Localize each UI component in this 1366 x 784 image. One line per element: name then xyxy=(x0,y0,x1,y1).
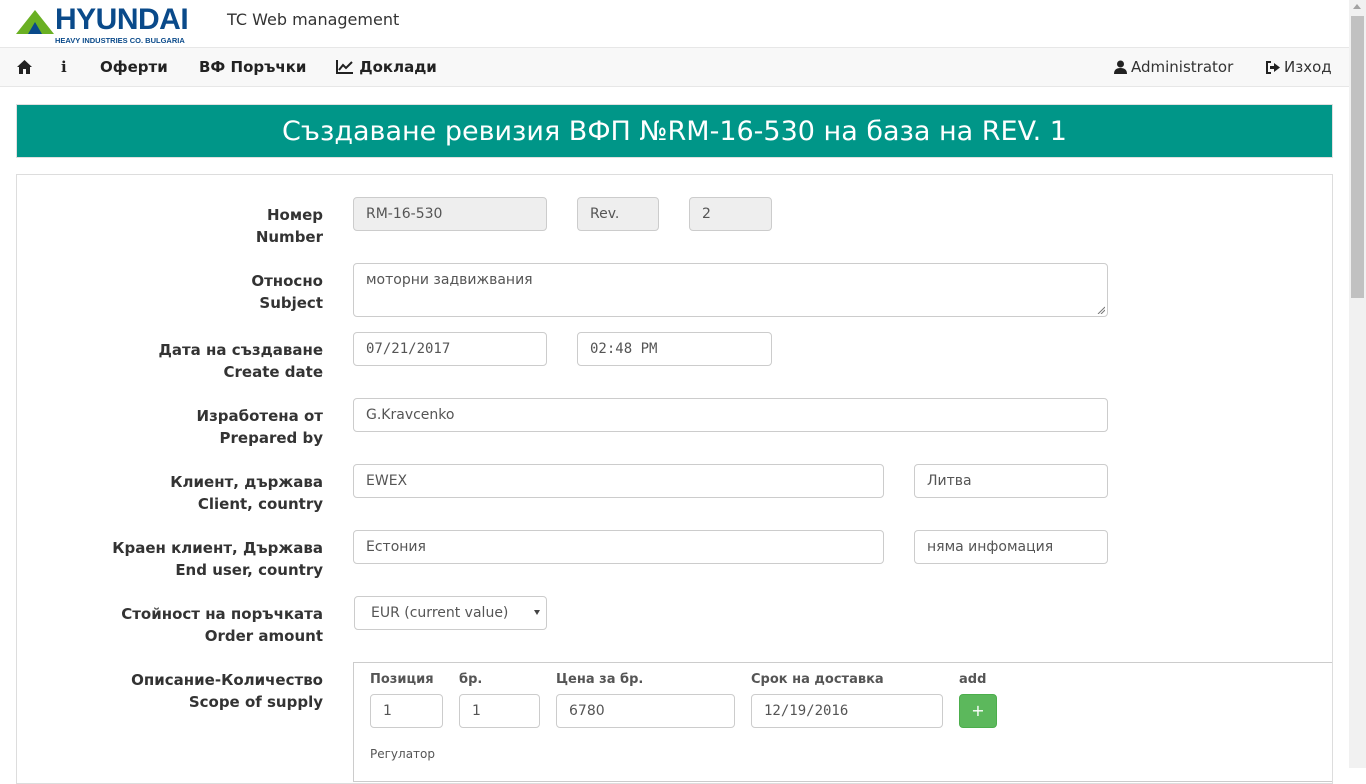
unit-price-input[interactable]: 6780 xyxy=(556,694,735,728)
subject-label: Относно Subject xyxy=(16,270,323,314)
info-icon: i xyxy=(61,58,67,76)
scope-label-bg: Описание-Количество xyxy=(131,671,323,689)
nav-logout-label: Изход xyxy=(1284,58,1332,76)
delivery-date-input[interactable]: 12/19/2016 xyxy=(751,694,943,728)
currency-select[interactable]: EUR (current value) xyxy=(354,596,547,630)
scope-label-en: Scope of supply xyxy=(188,693,323,711)
line-chart-icon xyxy=(336,60,353,74)
prepared-by-input[interactable]: G.Kravcenko xyxy=(353,398,1108,432)
scroll-thumb[interactable] xyxy=(1351,16,1364,298)
client-label-en: Client, country xyxy=(197,495,323,513)
create-time-input[interactable]: 02:48 PM xyxy=(577,332,772,366)
number-label: Номер Number xyxy=(16,204,323,248)
end-user-name-input[interactable]: Естония xyxy=(353,530,884,564)
page-scrollbar[interactable] xyxy=(1349,0,1366,768)
add-row-button[interactable]: + xyxy=(959,694,997,728)
unit-price-header: Цена за бр. xyxy=(556,672,644,687)
sign-out-icon xyxy=(1266,61,1280,74)
page-title: Създаване ревизия ВФП №RM-16-530 на база… xyxy=(16,104,1333,158)
logo-subtitle: HEAVY INDUSTRIES CO. BULGARIA xyxy=(55,36,185,45)
logo-wordmark: HYUNDAI xyxy=(55,3,189,36)
end-user-country-input[interactable]: няма инфомация xyxy=(914,530,1108,564)
subject-label-en: Subject xyxy=(259,294,323,312)
nav-user-label: Administrator xyxy=(1131,58,1234,76)
client-label: Клиент, държава Client, country xyxy=(16,471,323,515)
nav-offers[interactable]: Оферти xyxy=(100,48,168,86)
scope-label: Описание-Количество Scope of supply xyxy=(16,669,323,713)
nav-reports-label: Доклади xyxy=(359,58,437,76)
nav-home[interactable] xyxy=(17,48,32,86)
order-amount-label: Стойност на поръчката Order amount xyxy=(16,603,323,647)
order-amount-label-en: Order amount xyxy=(204,627,323,645)
nav-user[interactable]: Administrator xyxy=(1114,48,1233,86)
nav-logout[interactable]: Изход xyxy=(1265,48,1332,86)
prepared-by-label-bg: Изработена от xyxy=(196,407,323,425)
create-date-label: Дата на създаване Create date xyxy=(16,339,324,383)
nav-reports[interactable]: Доклади xyxy=(336,48,437,86)
top-header: HYUNDAI HEAVY INDUSTRIES CO. BULGARIA TC… xyxy=(0,0,1349,47)
end-user-label: Краен клиент, Държава End user, country xyxy=(16,537,323,581)
rev-label-field: Rev. xyxy=(577,197,659,231)
app-title: TC Web management xyxy=(227,10,400,29)
position-input[interactable]: 1 xyxy=(370,694,443,728)
logo-triangle-icon xyxy=(16,10,54,34)
nav-orders[interactable]: ВФ Поръчки xyxy=(199,48,306,86)
client-label-bg: Клиент, държава xyxy=(170,473,323,491)
client-name-input[interactable]: EWEX xyxy=(353,464,884,498)
hyundai-logo[interactable]: HYUNDAI HEAVY INDUSTRIES CO. BULGARIA xyxy=(16,3,216,46)
subject-label-bg: Относно xyxy=(251,272,323,290)
prepared-by-label: Изработена от Prepared by xyxy=(16,405,323,449)
number-label-bg: Номер xyxy=(266,206,323,224)
user-icon xyxy=(1114,60,1127,74)
create-date-input[interactable]: 07/21/2017 xyxy=(353,332,547,366)
add-header: add xyxy=(959,672,987,687)
prepared-by-label-en: Prepared by xyxy=(219,429,323,447)
main-navbar: i Оферти ВФ Поръчки Доклади Administrato… xyxy=(0,47,1349,87)
end-user-label-en: End user, country xyxy=(175,561,323,579)
currency-select-value: EUR (current value) xyxy=(371,605,509,621)
home-icon xyxy=(17,60,32,74)
revision-input[interactable]: 2 xyxy=(689,197,772,231)
subject-text: моторни задвижвания xyxy=(366,272,533,288)
qty-input[interactable]: 1 xyxy=(459,694,540,728)
number-label-en: Number xyxy=(255,228,323,246)
resize-grip-icon[interactable] xyxy=(1097,306,1105,314)
create-date-label-bg: Дата на създаване xyxy=(158,341,324,359)
number-input[interactable]: RM-16-530 xyxy=(353,197,547,231)
description-label: Регулатор xyxy=(370,747,435,761)
delivery-header: Срок на доставка xyxy=(751,672,884,687)
create-date-label-en: Create date xyxy=(223,363,323,381)
subject-textarea[interactable]: моторни задвижвания xyxy=(353,263,1108,317)
client-country-input[interactable]: Литва xyxy=(914,464,1108,498)
scroll-up-arrow-icon[interactable] xyxy=(1353,4,1361,9)
qty-header: бр. xyxy=(459,672,483,687)
nav-info[interactable]: i xyxy=(61,48,67,86)
chevron-down-icon xyxy=(534,610,540,615)
end-user-label-bg: Краен клиент, Държава xyxy=(112,539,323,557)
order-amount-label-bg: Стойност на поръчката xyxy=(121,605,323,623)
position-header: Позиция xyxy=(370,672,434,687)
